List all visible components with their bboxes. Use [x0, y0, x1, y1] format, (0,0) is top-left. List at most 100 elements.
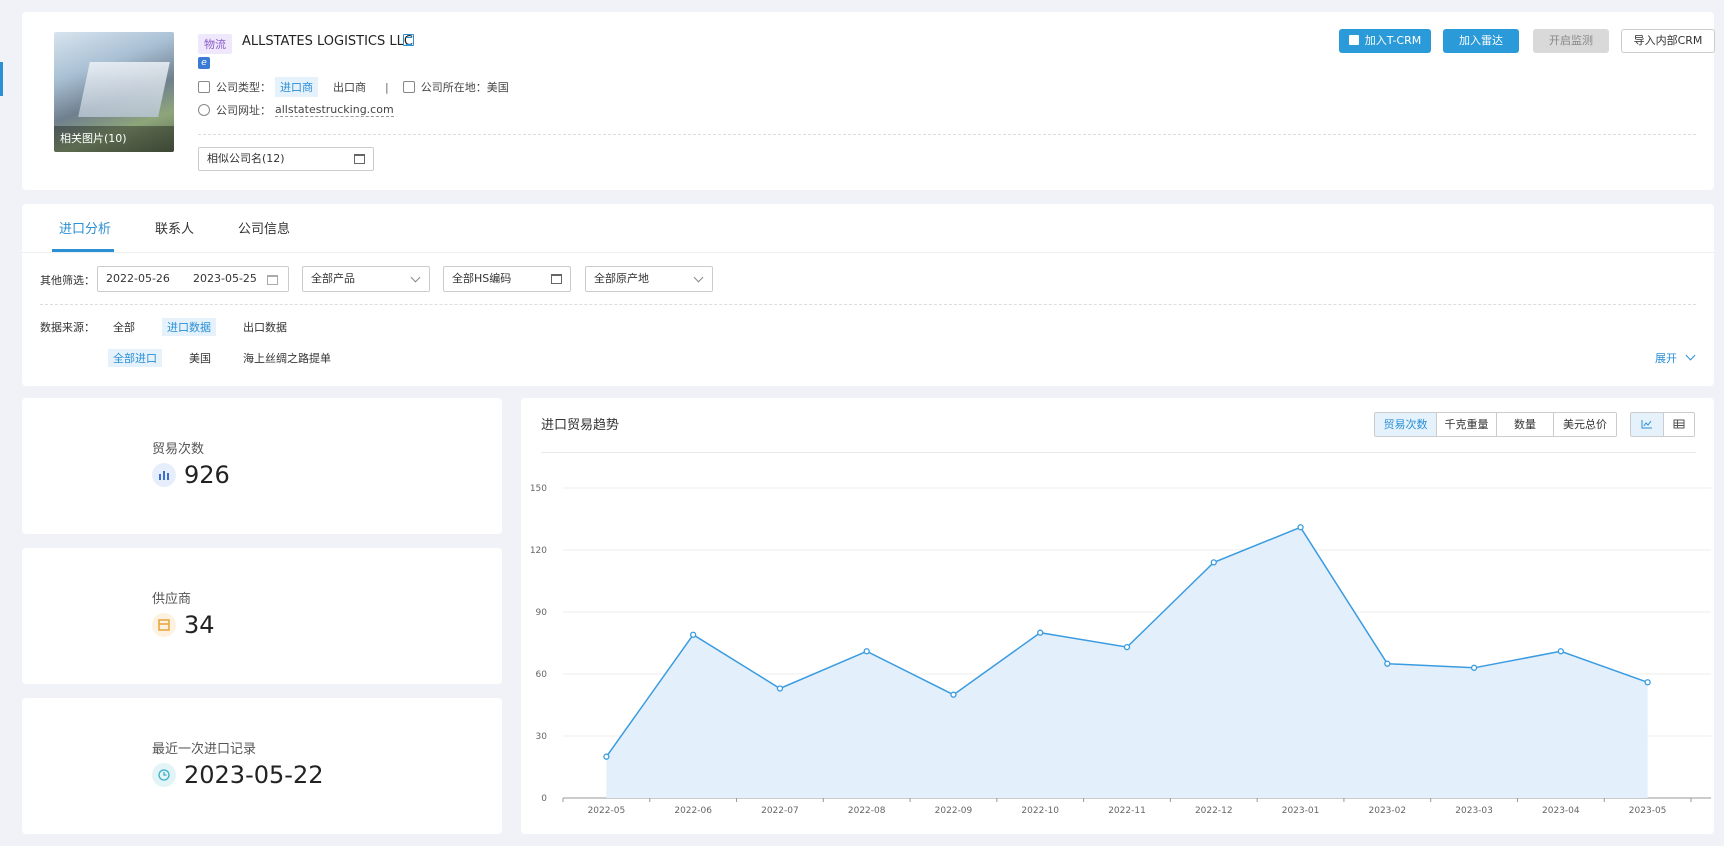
- source-label: 数据来源：: [40, 321, 95, 334]
- company-photo[interactable]: 相关图片(10): [54, 32, 174, 152]
- add-tcrm-label: 加入T-CRM: [1364, 34, 1422, 47]
- data-point: [603, 753, 610, 760]
- chevron-down-icon: [693, 272, 704, 283]
- company-type-row: 公司类型： 进口商 出口商 | 公司所在地： 美国: [198, 77, 509, 97]
- sub-source-maritime[interactable]: 海上丝绸之路提单: [238, 349, 336, 367]
- x-tick-label: 2022-10: [1021, 806, 1059, 816]
- add-tcrm-button[interactable]: 加入T-CRM: [1339, 29, 1431, 53]
- data-point: [1644, 679, 1651, 686]
- sub-source-usa[interactable]: 美国: [184, 349, 216, 367]
- last-import-card: 最近一次进口记录 2023-05-22: [22, 698, 502, 834]
- chevron-down-icon: [1685, 350, 1696, 361]
- source-export[interactable]: 出口数据: [238, 318, 292, 336]
- trade-count-card: 贸易次数 926: [22, 398, 502, 534]
- company-type-label: 公司类型：: [216, 81, 271, 94]
- data-point: [863, 648, 870, 655]
- copy-icon[interactable]: [403, 34, 414, 46]
- calendar-icon: [354, 154, 365, 164]
- x-tick-label: 2023-05: [1629, 806, 1667, 816]
- source-import[interactable]: 进口数据: [162, 318, 216, 336]
- add-radar-button[interactable]: 加入雷达: [1443, 29, 1519, 53]
- calendar-icon: [551, 274, 562, 284]
- side-marker: [0, 62, 3, 96]
- clock-icon: [152, 763, 176, 787]
- company-header: 相关图片(10) 物流 ALLSTATES LOGISTICS LLC e 公司…: [22, 12, 1715, 190]
- tab-contacts[interactable]: 联系人: [155, 218, 194, 237]
- y-tick-label: 150: [530, 484, 547, 494]
- photo-image: [78, 62, 170, 117]
- trend-chart-card: 进口贸易趋势 贸易次数 千克重量 数量 美元总价 0 30 60 90 120 150 20…: [521, 398, 1714, 834]
- x-tick-label: 2022-07: [761, 806, 799, 816]
- product-value: 全部产品: [311, 272, 355, 285]
- location-label: 公司所在地：: [420, 81, 487, 94]
- type-importer[interactable]: 进口商: [275, 77, 318, 97]
- building-icon: [198, 81, 210, 93]
- supplier-icon: [152, 613, 176, 637]
- calendar-icon: [267, 275, 278, 285]
- supplier-count-card: 供应商 34: [22, 548, 502, 684]
- x-tick-label: 2022-06: [674, 806, 712, 816]
- data-point: [690, 631, 697, 638]
- data-point: [1557, 648, 1564, 655]
- date-end: 2023-05-25: [193, 272, 257, 285]
- similar-names-label: 相似公司名(12): [207, 152, 285, 165]
- tab-company-info[interactable]: 公司信息: [238, 218, 290, 237]
- type-exporter[interactable]: 出口商: [328, 77, 371, 97]
- date-range-picker[interactable]: 2022-05-26 2023-05-25: [97, 266, 289, 292]
- hs-code-select[interactable]: 全部HS编码: [443, 266, 571, 292]
- x-tick-label: 2022-11: [1108, 806, 1146, 816]
- data-point: [1470, 664, 1478, 671]
- origin-value: 全部原产地: [594, 272, 649, 285]
- y-tick-label: 120: [530, 546, 547, 556]
- company-name: ALLSTATES LOGISTICS LLC: [242, 34, 413, 49]
- location-value: 美国: [486, 81, 509, 94]
- sub-source-all-import[interactable]: 全部进口: [108, 349, 162, 367]
- x-tick-label: 2023-02: [1369, 806, 1407, 816]
- product-select[interactable]: 全部产品: [302, 266, 430, 292]
- hs-code-value: 全部HS编码: [452, 272, 512, 285]
- last-import-value: 2023-05-22: [184, 761, 324, 789]
- x-tick-label: 2022-08: [848, 806, 886, 816]
- tcrm-icon: [1348, 35, 1359, 45]
- trend-chart: 0 30 60 90 120 150 2022-05 2022-06 2022-07 2022-0…: [530, 484, 1711, 816]
- data-point: [1297, 524, 1304, 531]
- origin-select[interactable]: 全部原产地: [585, 266, 713, 292]
- divider: [198, 134, 1696, 135]
- y-tick-label: 90: [536, 608, 548, 618]
- ie-icon[interactable]: e: [198, 57, 210, 69]
- website-label: 公司网址：: [216, 104, 271, 117]
- x-tick-label: 2022-09: [935, 806, 973, 816]
- expand-button[interactable]: 展开: [1655, 350, 1696, 366]
- source-all[interactable]: 全部: [108, 318, 140, 336]
- trade-count-label: 贸易次数: [152, 442, 205, 457]
- data-point: [950, 691, 957, 698]
- supplier-count-value: 34: [184, 611, 215, 639]
- y-tick-label: 60: [536, 670, 548, 680]
- industry-tag: 物流: [198, 34, 232, 54]
- website-row: 公司网址： allstatestrucking.com: [198, 102, 394, 118]
- photo-caption: 相关图片(10): [54, 126, 174, 152]
- x-tick-label: 2022-05: [588, 806, 626, 816]
- bar-chart-icon: [152, 463, 176, 487]
- data-point: [1384, 660, 1391, 667]
- location-icon: [402, 81, 415, 93]
- tab-import-analysis[interactable]: 进口分析: [59, 218, 111, 237]
- analysis-panel: 进口分析 联系人 公司信息 其他筛选： 2022-05-26 2023-05-2…: [22, 204, 1714, 386]
- data-point: [776, 685, 784, 692]
- start-monitor-button[interactable]: 开启监测: [1533, 29, 1609, 53]
- similar-names-select[interactable]: 相似公司名(12): [198, 147, 374, 171]
- x-tick-label: 2023-03: [1455, 806, 1493, 816]
- y-tick-label: 0: [541, 794, 547, 804]
- data-point: [1123, 643, 1131, 651]
- website-link[interactable]: allstatestrucking.com: [275, 103, 394, 117]
- date-start: 2022-05-26: [106, 272, 170, 285]
- x-tick-label: 2022-12: [1195, 806, 1233, 816]
- x-tick-label: 2023-01: [1282, 806, 1320, 816]
- last-import-label: 最近一次进口记录: [152, 742, 257, 757]
- import-crm-button[interactable]: 导入内部CRM: [1621, 29, 1715, 53]
- chevron-down-icon: [410, 272, 421, 283]
- expand-label: 展开: [1655, 352, 1677, 365]
- active-tab-indicator: [52, 249, 114, 252]
- supplier-count-label: 供应商: [152, 592, 192, 607]
- divider: |: [385, 80, 389, 94]
